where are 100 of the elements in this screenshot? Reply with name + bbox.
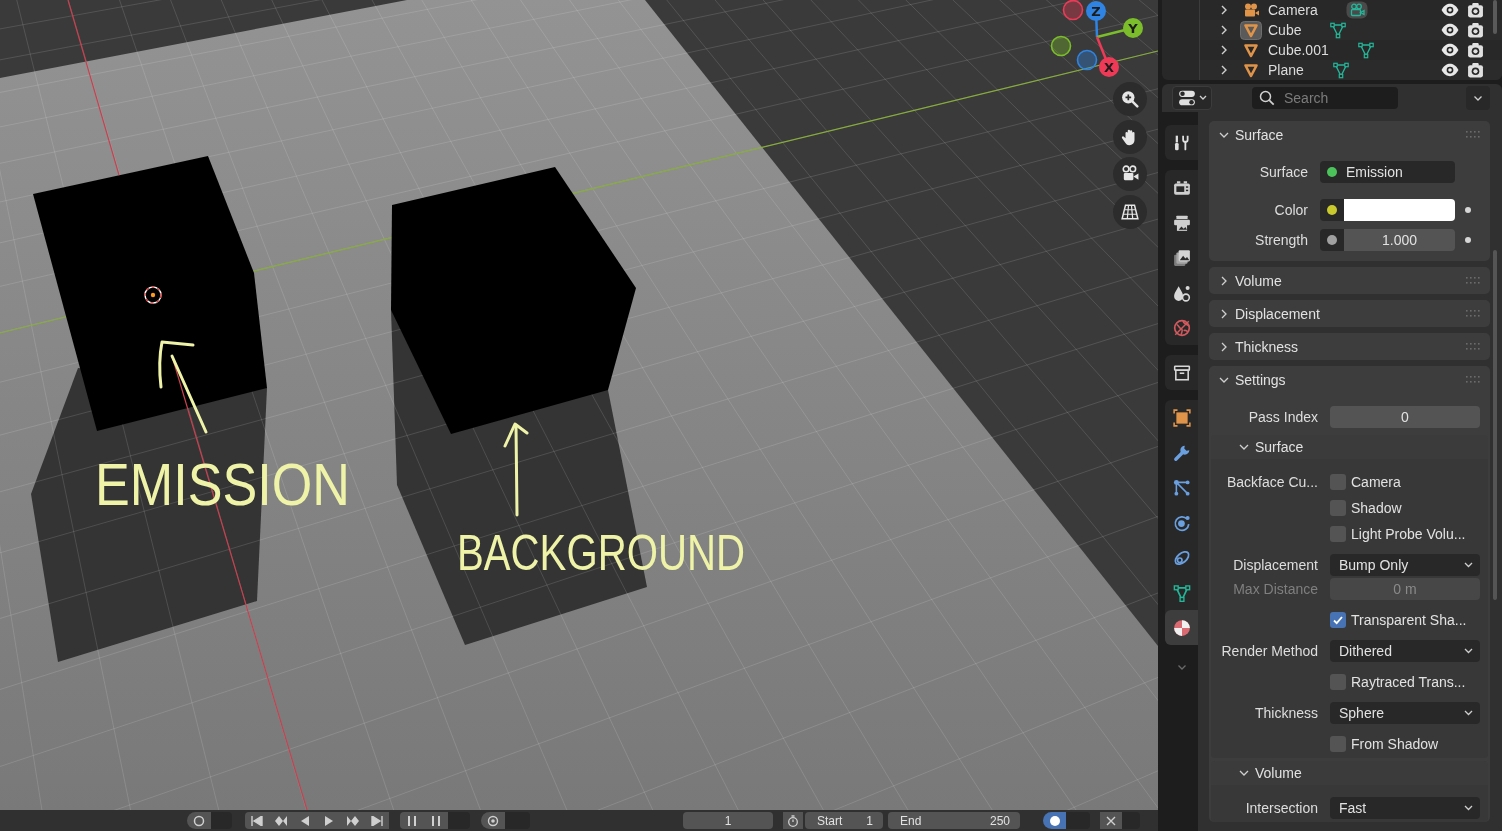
triangle-mesh-icon [1172, 583, 1191, 602]
chevron-right-icon[interactable] [1220, 44, 1228, 56]
camera-data-icon[interactable] [1345, 1, 1368, 19]
eye-icon[interactable] [1441, 3, 1459, 17]
target-icon [487, 814, 499, 827]
cube[interactable] [391, 167, 636, 434]
zoom-button[interactable] [1113, 82, 1147, 116]
options-button[interactable] [1466, 86, 1490, 110]
grip-dots-icon [1466, 131, 1480, 138]
grip-dots-icon [1466, 376, 1480, 383]
auto-key-button[interactable] [481, 812, 505, 829]
checkbox-option[interactable]: Transparent Sha... [1330, 609, 1467, 631]
keyframe-button[interactable] [400, 812, 424, 829]
panel-header[interactable]: Settings [1209, 366, 1490, 393]
panel-header[interactable]: Thickness [1209, 333, 1490, 360]
perspective-button[interactable] [1113, 194, 1147, 229]
panel-header[interactable]: Volume [1209, 267, 1490, 294]
panel-header[interactable]: Surface [1209, 121, 1490, 148]
checkbox-option[interactable]: Camera [1330, 471, 1401, 493]
camera-icon[interactable] [1467, 62, 1484, 78]
frame-field[interactable]: 1 [683, 812, 773, 829]
grip-dots-icon [1466, 310, 1480, 317]
editor-type-button[interactable] [1172, 86, 1212, 110]
socket-button[interactable] [1320, 229, 1344, 251]
triangle-mesh-icon[interactable] [1329, 21, 1348, 39]
panel-header[interactable]: Displacement [1209, 300, 1490, 327]
scrollbar[interactable] [1493, 0, 1497, 34]
end-frame-field[interactable]: End 250 [888, 812, 1020, 829]
triangle-mesh-icon[interactable] [1331, 61, 1350, 79]
nodes-icon [1172, 478, 1191, 497]
negative-axis-handle[interactable] [1076, 49, 1098, 71]
field-label: Max Distance [1233, 581, 1318, 597]
object-name[interactable]: Plane [1268, 62, 1304, 78]
scrollbar[interactable] [1493, 250, 1497, 600]
preview-range-button[interactable] [783, 812, 803, 829]
double-bar-icon [431, 815, 441, 826]
properties-tab[interactable] [1165, 355, 1198, 390]
close-button[interactable] [1100, 812, 1122, 829]
eye-icon[interactable] [1441, 43, 1459, 57]
object-name[interactable]: Cube.001 [1268, 42, 1329, 58]
cube[interactable] [33, 156, 267, 431]
checkbox-option[interactable]: From Shadow [1330, 733, 1439, 755]
negative-axis-handle[interactable] [1050, 35, 1072, 57]
chevron-right-icon[interactable] [1220, 4, 1228, 16]
record-button[interactable] [187, 812, 211, 829]
checkbox-option[interactable]: Shadow [1330, 497, 1402, 519]
properties-tab[interactable] [1165, 610, 1198, 645]
number-field[interactable]: 0 [1330, 406, 1480, 428]
chevron-right-icon[interactable] [1220, 64, 1228, 76]
movie-camera-icon [1121, 165, 1139, 183]
color-swatch-field[interactable] [1344, 199, 1455, 221]
ellipse-ring-icon [1172, 548, 1191, 567]
object-name[interactable]: Camera [1268, 2, 1318, 18]
wrench-icon [1172, 443, 1191, 462]
pan-button[interactable] [1113, 119, 1147, 154]
caret-icon [1198, 95, 1207, 101]
outliner-row[interactable]: Camera [1200, 0, 1502, 20]
triangle-mesh-icon[interactable] [1356, 41, 1375, 59]
diamond-back-icon [275, 815, 287, 826]
eye-icon[interactable] [1441, 63, 1459, 77]
camera-view-button[interactable] [1113, 157, 1147, 191]
field-label: Surface [1259, 164, 1308, 180]
search-icon [1259, 90, 1275, 106]
dropdown[interactable]: Dithered [1330, 640, 1480, 662]
axis-handle[interactable]: X [1095, 36, 1119, 77]
camera-icon[interactable] [1467, 2, 1484, 18]
properties-tab[interactable] [1165, 125, 1198, 160]
eye-icon[interactable] [1441, 23, 1459, 37]
camera-icon[interactable] [1467, 42, 1484, 58]
square-icon [1172, 408, 1191, 427]
dropdown[interactable]: Fast [1330, 797, 1480, 819]
shader-dropdown[interactable]: Emission [1320, 161, 1455, 183]
animate-dot-icon[interactable] [1464, 237, 1471, 243]
number-field[interactable]: 1.000 [1344, 229, 1455, 251]
search-field[interactable]: Search [1252, 87, 1398, 109]
object-name[interactable]: Cube [1268, 22, 1302, 38]
dropdown[interactable]: Sphere [1330, 702, 1480, 724]
checkbox-option[interactable]: Light Probe Volu... [1330, 523, 1466, 545]
orbit-icon [1172, 513, 1191, 532]
axis-handle[interactable]: Y [1096, 18, 1143, 39]
caret-icon [1464, 562, 1473, 568]
caret-icon [1464, 710, 1473, 716]
socket-button[interactable] [1320, 199, 1344, 221]
jump-end-button[interactable] [365, 812, 389, 829]
camera-icon[interactable] [1467, 22, 1484, 38]
toggle-button[interactable] [1043, 812, 1066, 829]
jump-start-button[interactable] [245, 812, 269, 829]
grip-dots-icon [1466, 343, 1480, 350]
field-label: Pass Index [1248, 409, 1318, 425]
outliner-row[interactable]: Cube.001 [1200, 40, 1502, 60]
triangle-object-icon[interactable] [1240, 20, 1262, 40]
animate-dot-icon[interactable] [1464, 207, 1471, 213]
play-left-icon [300, 815, 310, 826]
dropdown[interactable]: Bump Only [1330, 554, 1480, 576]
negative-axis-handle[interactable] [1062, 0, 1084, 21]
chevron-right-icon[interactable] [1220, 24, 1228, 36]
keyframe-button[interactable] [424, 812, 448, 829]
start-frame-field[interactable]: Start 1 [805, 812, 883, 829]
zoom-icon [1121, 90, 1139, 108]
checkbox-option[interactable]: Raytraced Trans... [1330, 671, 1466, 693]
